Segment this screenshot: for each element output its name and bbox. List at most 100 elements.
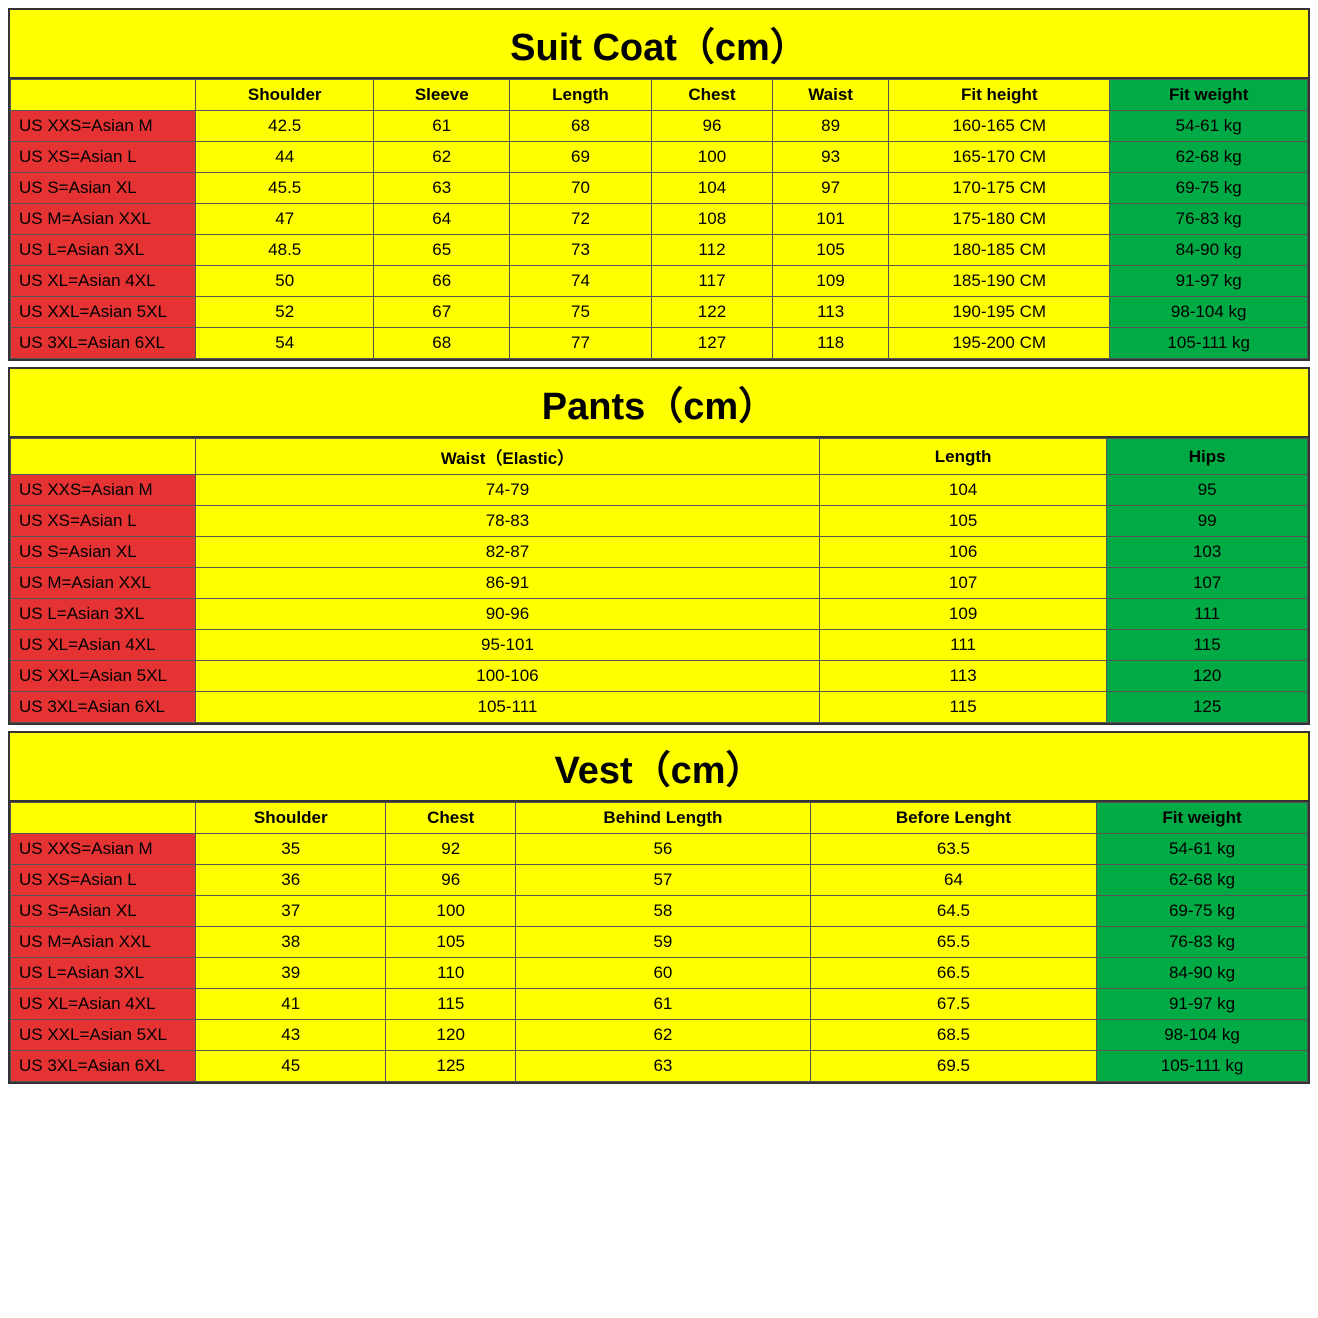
table-cell: 39 [196, 958, 386, 989]
table-cell: 125 [1107, 692, 1308, 723]
table-cell: 35 [196, 834, 386, 865]
table-cell: US L=Asian 3XL [11, 235, 196, 266]
table-cell: US M=Asian XXL [11, 927, 196, 958]
pants-col-2: Length [819, 439, 1106, 475]
table-cell: US 3XL=Asian 6XL [11, 692, 196, 723]
table-cell: US XL=Asian 4XL [11, 266, 196, 297]
table-cell: 127 [651, 328, 772, 359]
table-cell: 92 [386, 834, 516, 865]
table-cell: 62-68 kg [1097, 865, 1308, 896]
table-cell: 66 [374, 266, 510, 297]
pants-table: Waist（Elastic） Length Hips US XXS=Asian … [10, 438, 1308, 723]
suit-coat-col-7: Fit weight [1110, 80, 1308, 111]
table-cell: 41 [196, 989, 386, 1020]
pants-header-row: Waist（Elastic） Length Hips [11, 439, 1308, 475]
table-cell: US S=Asian XL [11, 896, 196, 927]
table-cell: 62 [374, 142, 510, 173]
vest-col-4: Before Lenght [810, 803, 1096, 834]
table-cell: 122 [651, 297, 772, 328]
suit-coat-col-3: Length [510, 80, 652, 111]
table-cell: US XS=Asian L [11, 865, 196, 896]
table-row: US 3XL=Asian 6XL546877127118195-200 CM10… [11, 328, 1308, 359]
pants-col-3: Hips [1107, 439, 1308, 475]
table-cell: US L=Asian 3XL [11, 599, 196, 630]
table-cell: 115 [819, 692, 1106, 723]
table-row: US M=Asian XXL381055965.576-83 kg [11, 927, 1308, 958]
table-cell: US XL=Asian 4XL [11, 630, 196, 661]
table-cell: 44 [196, 142, 374, 173]
table-cell: 109 [819, 599, 1106, 630]
table-cell: 54 [196, 328, 374, 359]
table-row: US M=Asian XXL86-91107107 [11, 568, 1308, 599]
table-cell: 111 [819, 630, 1106, 661]
table-row: US S=Asian XL371005864.569-75 kg [11, 896, 1308, 927]
table-row: US XS=Asian L44626910093165-170 CM62-68 … [11, 142, 1308, 173]
table-cell: US XXL=Asian 5XL [11, 297, 196, 328]
table-row: US XL=Asian 4XL95-101111115 [11, 630, 1308, 661]
table-cell: 77 [510, 328, 652, 359]
table-cell: 66.5 [810, 958, 1096, 989]
table-cell: 109 [773, 266, 889, 297]
table-cell: 100 [386, 896, 516, 927]
table-row: US XXL=Asian 5XL100-106113120 [11, 661, 1308, 692]
table-cell: 74 [510, 266, 652, 297]
table-row: US 3XL=Asian 6XL451256369.5105-111 kg [11, 1051, 1308, 1082]
table-cell: 54-61 kg [1097, 834, 1308, 865]
table-cell: 74-79 [196, 475, 820, 506]
table-cell: 100-106 [196, 661, 820, 692]
vest-col-1: Shoulder [196, 803, 386, 834]
table-cell: 69-75 kg [1097, 896, 1308, 927]
table-row: US XL=Asian 4XL411156167.591-97 kg [11, 989, 1308, 1020]
suit-coat-col-1: Shoulder [196, 80, 374, 111]
pants-section: Pants（cm） Waist（Elastic） Length Hips US … [8, 367, 1310, 725]
table-cell: 91-97 kg [1097, 989, 1308, 1020]
page: Suit Coat（cm） Shoulder Sleeve Length Che… [0, 0, 1318, 1098]
suit-coat-col-2: Sleeve [374, 80, 510, 111]
table-cell: 42.5 [196, 111, 374, 142]
table-cell: 37 [196, 896, 386, 927]
table-row: US XS=Asian L3696576462-68 kg [11, 865, 1308, 896]
table-cell: 180-185 CM [889, 235, 1110, 266]
table-cell: 120 [1107, 661, 1308, 692]
table-row: US XXL=Asian 5XL526775122113190-195 CM98… [11, 297, 1308, 328]
table-cell: 64.5 [810, 896, 1096, 927]
table-cell: 38 [196, 927, 386, 958]
pants-col-1: Waist（Elastic） [196, 439, 820, 475]
vest-title: Vest（cm） [10, 733, 1308, 802]
table-cell: 69 [510, 142, 652, 173]
table-cell: 105-111 kg [1097, 1051, 1308, 1082]
table-cell: US XXL=Asian 5XL [11, 661, 196, 692]
table-cell: 112 [651, 235, 772, 266]
table-cell: 103 [1107, 537, 1308, 568]
table-cell: 61 [516, 989, 811, 1020]
table-cell: 104 [651, 173, 772, 204]
table-cell: 101 [773, 204, 889, 235]
table-cell: 36 [196, 865, 386, 896]
table-cell: 91-97 kg [1110, 266, 1308, 297]
vest-body: US XXS=Asian M35925663.554-61 kgUS XS=As… [11, 834, 1308, 1082]
table-cell: 84-90 kg [1097, 958, 1308, 989]
table-cell: 105-111 [196, 692, 820, 723]
table-cell: 61 [374, 111, 510, 142]
table-row: US M=Asian XXL476472108101175-180 CM76-8… [11, 204, 1308, 235]
table-cell: 45.5 [196, 173, 374, 204]
table-cell: 165-170 CM [889, 142, 1110, 173]
table-cell: 54-61 kg [1110, 111, 1308, 142]
table-row: US S=Asian XL45.5637010497170-175 CM69-7… [11, 173, 1308, 204]
table-cell: US 3XL=Asian 6XL [11, 328, 196, 359]
table-cell: 107 [819, 568, 1106, 599]
table-cell: US XXL=Asian 5XL [11, 1020, 196, 1051]
table-cell: 113 [773, 297, 889, 328]
table-cell: 68 [374, 328, 510, 359]
table-cell: 69.5 [810, 1051, 1096, 1082]
table-cell: 82-87 [196, 537, 820, 568]
suit-coat-col-5: Waist [773, 80, 889, 111]
table-cell: 96 [651, 111, 772, 142]
table-cell: 72 [510, 204, 652, 235]
vest-section: Vest（cm） Shoulder Chest Behind Length Be… [8, 731, 1310, 1084]
table-cell: US XS=Asian L [11, 142, 196, 173]
suit-coat-section: Suit Coat（cm） Shoulder Sleeve Length Che… [8, 8, 1310, 361]
table-cell: 70 [510, 173, 652, 204]
table-cell: US 3XL=Asian 6XL [11, 1051, 196, 1082]
table-cell: 73 [510, 235, 652, 266]
